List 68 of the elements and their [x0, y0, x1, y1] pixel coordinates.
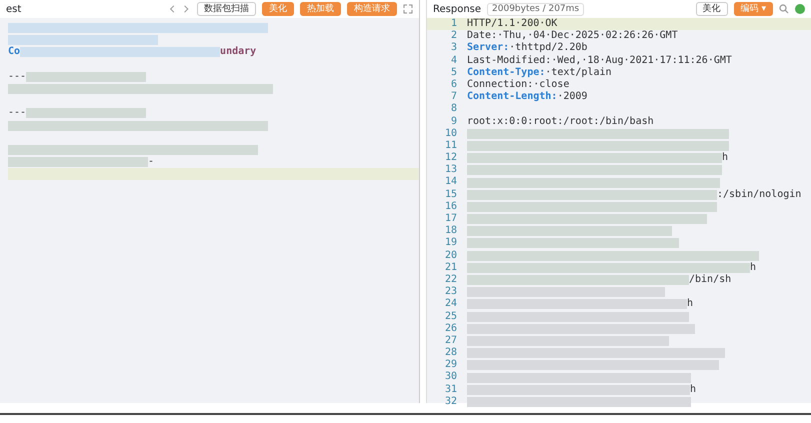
line-number: 11: [444, 140, 458, 152]
code-text: h: [687, 298, 694, 311]
toolbar-button[interactable]: 数据包扫描: [197, 2, 256, 16]
line-number: 17: [444, 213, 458, 226]
toolbar-button[interactable]: 美化: [262, 2, 294, 16]
line-number: 18: [444, 225, 458, 238]
line-number: 23: [444, 286, 458, 298]
line-number: 5: [450, 66, 458, 79]
line-number: 9: [450, 116, 458, 128]
toolbar-button[interactable]: 美化: [696, 2, 728, 16]
code-text: Co: [8, 46, 20, 59]
code-text: root:x:0:0:root:/root:/bin/bash: [467, 116, 654, 128]
line-number: 12: [444, 152, 458, 164]
line-number: 16: [444, 200, 458, 214]
toolbar-button[interactable]: 构造请求: [347, 2, 397, 16]
line-number: 24: [444, 298, 458, 311]
header-name: Server:: [467, 42, 510, 55]
line-number: 2: [450, 30, 458, 42]
code-text: h: [722, 152, 728, 164]
line-number: 32: [444, 396, 458, 408]
line-number: 8: [450, 103, 458, 116]
line-number: 7: [450, 91, 458, 104]
back-icon[interactable]: [169, 4, 177, 14]
code-text: Connection:·close: [467, 78, 570, 91]
header-value: ·thttpd/2.20b: [509, 42, 588, 55]
line-number: 20: [444, 250, 458, 262]
line-number: 26: [444, 322, 458, 335]
code-text: undary: [220, 46, 256, 59]
code-text: h: [690, 384, 696, 396]
line-number: 27: [444, 334, 458, 348]
line-number: 30: [444, 371, 458, 384]
line-number: 28: [444, 347, 458, 360]
code-text: :/sbin/nologin: [717, 188, 802, 201]
line-number: 22: [444, 274, 458, 286]
line-number: 31: [444, 384, 458, 396]
code-text: HTTP/1.1·200·OK: [467, 18, 558, 30]
header-value: ·2009: [557, 91, 588, 104]
line-number: 19: [444, 237, 458, 250]
code-text: -: [148, 156, 154, 168]
code-text: ---: [8, 70, 26, 83]
line-number: 14: [444, 176, 458, 189]
line-number: 25: [444, 310, 458, 323]
line-number: 3: [450, 42, 458, 55]
header-name: Content-Length:: [467, 91, 558, 104]
response-stats: 2009bytes / 207ms: [487, 2, 584, 16]
code-text: ---: [8, 107, 26, 120]
line-number: 1: [450, 18, 458, 30]
toolbar-button[interactable]: 编码 ▾: [734, 2, 773, 16]
expand-icon[interactable]: [403, 4, 413, 14]
panel-title: Response: [433, 2, 482, 16]
toolbar-button[interactable]: 热加载: [300, 2, 341, 16]
forward-icon[interactable]: [183, 4, 191, 14]
code-text: /bin/sh: [689, 274, 732, 286]
search-icon[interactable]: [779, 4, 789, 14]
line-number: 29: [444, 359, 458, 372]
status-icon: [795, 4, 805, 14]
header-name: Content-Type:: [467, 66, 546, 79]
panel-title: est: [6, 2, 22, 16]
header-value: ·text/plain: [545, 66, 612, 79]
line-number: 6: [450, 78, 458, 92]
line-number: 10: [444, 128, 458, 140]
line-number: 4: [450, 54, 458, 67]
code-text: Date:·Thu,·04·Dec·2025·02:26:26·GMT: [467, 30, 678, 42]
line-number: 15: [444, 188, 458, 201]
line-number: 13: [444, 164, 458, 176]
line-number: 21: [444, 262, 458, 274]
code-text: h: [750, 262, 756, 274]
code-text: Last-Modified:·Wed,·18·Aug·2021·17:11:26·GMT: [467, 54, 732, 67]
